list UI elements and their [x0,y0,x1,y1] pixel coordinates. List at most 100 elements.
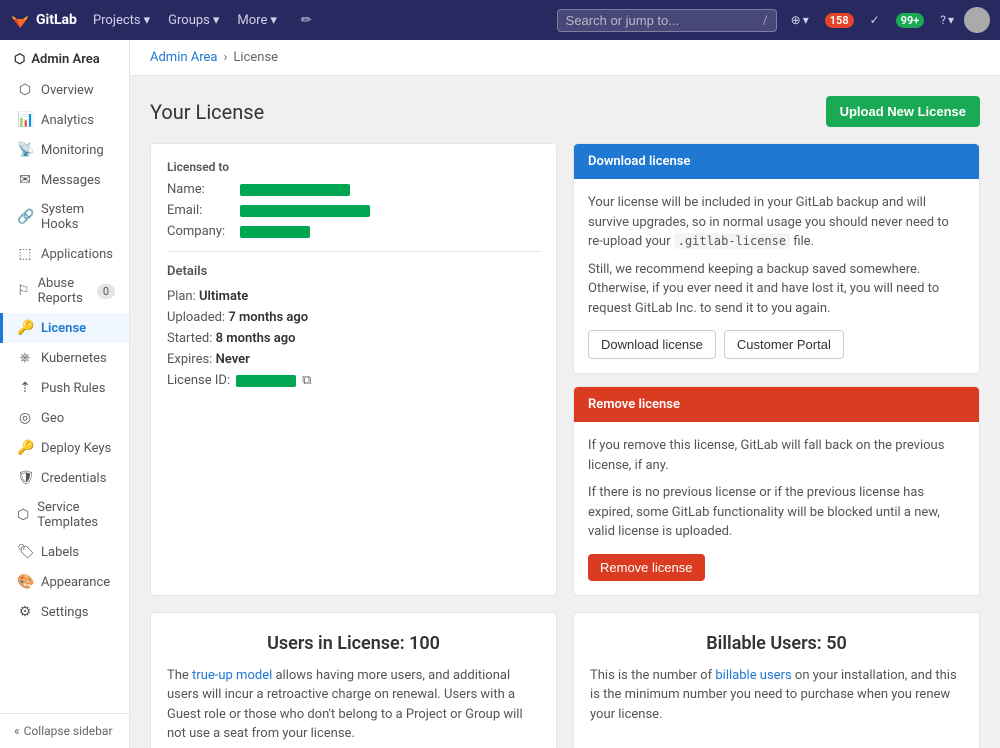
sidebar-item-applications[interactable]: ⬚ Applications [0,239,129,269]
service-templates-icon: ⬡ [17,507,29,523]
expires-row: Expires: Never [167,352,540,367]
nav-groups[interactable]: Groups ▾ [160,9,227,32]
stat-billable-title: Billable Users: 50 [590,633,963,654]
page-title: Your License [150,100,264,124]
plan-label: Plan: [167,289,196,304]
merge-request-count: 158 [825,13,854,28]
sidebar-item-monitoring[interactable]: 📡 Monitoring [0,135,129,165]
hooks-icon: 🔗 [17,209,33,225]
nav-more[interactable]: More ▾ [229,9,284,32]
uploaded-label: Uploaded: [167,310,225,325]
true-up-link[interactable]: true-up model [192,668,272,683]
uploaded-value: 7 months ago [228,310,308,325]
kubernetes-icon: ⎈ [17,350,33,366]
billable-users-link[interactable]: billable users [715,668,791,683]
push-rules-icon: ⇡ [17,380,33,396]
stats-grid: Users in License: 100 The true-up model … [150,612,980,748]
license-icon: 🔑 [17,320,33,336]
todo-count: 99+ [896,13,925,28]
sidebar-label-abuse: Abuse Reports [38,276,89,306]
appearance-icon: 🎨 [17,574,33,590]
upload-license-button[interactable]: Upload New License [826,96,980,127]
sidebar-item-appearance[interactable]: 🎨 Appearance [0,567,129,597]
sidebar-label-messages: Messages [41,173,101,188]
brand-name: GitLab [36,12,77,28]
sidebar-item-credentials[interactable]: 🛡 Credentials [0,463,129,493]
analytics-icon: 📊 [17,112,33,128]
help-icon[interactable]: ? ▾ [934,9,960,31]
settings-icon: ⚙ [17,604,33,620]
remove-header-label: Remove license [588,397,680,412]
search-input[interactable] [566,13,763,28]
collapse-label: Collapse sidebar [24,724,113,738]
page-content: Your License Upload New License Licensed… [130,76,1000,748]
licensed-to-label: Licensed to [167,160,540,174]
details-label: Details [167,264,540,279]
remove-license-card: Remove license If you remove this licens… [573,386,980,596]
sidebar-item-settings[interactable]: ⚙ Settings [0,597,129,627]
started-row: Started: 8 months ago [167,331,540,346]
sidebar-item-license[interactable]: 🔑 License [0,313,129,343]
email-label: Email: [167,203,237,218]
sidebar-label-settings: Settings [41,605,88,620]
uploaded-row: Uploaded: 7 months ago [167,310,540,325]
counter-badge-2[interactable]: 99+ [890,9,931,32]
top-grid: Licensed to Name: Email: Company: [150,143,980,596]
search-box[interactable]: / [557,9,777,32]
sidebar-label-analytics: Analytics [41,113,94,128]
sidebar-item-service-templates[interactable]: ⬡ Service Templates [0,493,129,537]
sidebar-item-deploy-keys[interactable]: 🔑 Deploy Keys [0,433,129,463]
collapse-sidebar-button[interactable]: « Collapse sidebar [14,724,115,738]
sidebar-item-overview[interactable]: ⬡ Overview [0,75,129,105]
email-redacted-bar [240,205,370,217]
license-id-row: License ID: ⧉ [167,373,540,388]
remove-body-text-2: If there is no previous license or if th… [588,483,965,542]
download-license-button[interactable]: Download license [588,330,716,359]
copy-icon[interactable]: ⧉ [302,373,311,388]
sidebar-item-analytics[interactable]: 📊 Analytics [0,105,129,135]
brand-logo[interactable]: GitLab [10,10,77,30]
sidebar-item-system-hooks[interactable]: 🔗 System Hooks [0,195,129,239]
right-cards: Download license Your license will be in… [573,143,980,596]
breadcrumb-current: License [233,50,278,65]
remove-actions: Remove license [588,554,965,581]
todo-icon[interactable]: ✓ [864,9,886,31]
download-card-header: Download license [574,144,979,179]
customer-portal-button[interactable]: Customer Portal [724,330,844,359]
license-info-body: Licensed to Name: Email: Company: [151,144,556,410]
messages-icon: ✉ [17,172,33,188]
nav-projects[interactable]: Projects ▾ [85,9,158,32]
remove-license-button[interactable]: Remove license [588,554,705,581]
user-avatar[interactable] [964,7,990,33]
sidebar-item-messages[interactable]: ✉ Messages [0,165,129,195]
stat-billable-desc: This is the number of billable users on … [590,666,963,725]
breadcrumb-parent[interactable]: Admin Area [150,50,218,65]
sidebar-label-geo: Geo [41,411,64,426]
started-value: 8 months ago [216,331,296,346]
page-header: Your License Upload New License [150,96,980,127]
sidebar-item-push-rules[interactable]: ⇡ Push Rules [0,373,129,403]
sidebar-label-hooks: System Hooks [41,202,115,232]
stat-billable-users: Billable Users: 50 This is the number of… [573,612,980,748]
sidebar-item-kubernetes[interactable]: ⎈ Kubernetes [0,343,129,373]
sidebar-bottom: « Collapse sidebar [0,713,129,748]
stat-users-in-license: Users in License: 100 The true-up model … [150,612,557,748]
pencil-icon[interactable]: ✏ [293,9,320,32]
sidebar-item-geo[interactable]: ◎ Geo [0,403,129,433]
deploy-keys-icon: 🔑 [17,440,33,456]
stat-users-desc: The true-up model allows having more use… [167,666,540,744]
remove-card-body: If you remove this license, GitLab will … [574,422,979,595]
apps-icon: ⬚ [17,246,33,262]
license-file-code: .gitlab-license [674,233,790,249]
remove-card-header: Remove license [574,387,979,422]
create-new-icon[interactable]: ⊕ ▾ [785,9,815,31]
counter-badge-1[interactable]: 158 [819,9,860,32]
email-row: Email: [167,203,540,218]
sidebar-item-abuse-reports[interactable]: ⚐ Abuse Reports 0 [0,269,129,313]
license-id-bar [236,375,296,387]
sidebar-label-kubernetes: Kubernetes [41,351,107,366]
name-label: Name: [167,182,237,197]
topnav: GitLab Projects ▾ Groups ▾ More ▾ ✏ / ⊕ … [0,0,1000,40]
license-id-label: License ID: [167,373,230,388]
sidebar-item-labels[interactable]: 🏷 Labels [0,537,129,567]
